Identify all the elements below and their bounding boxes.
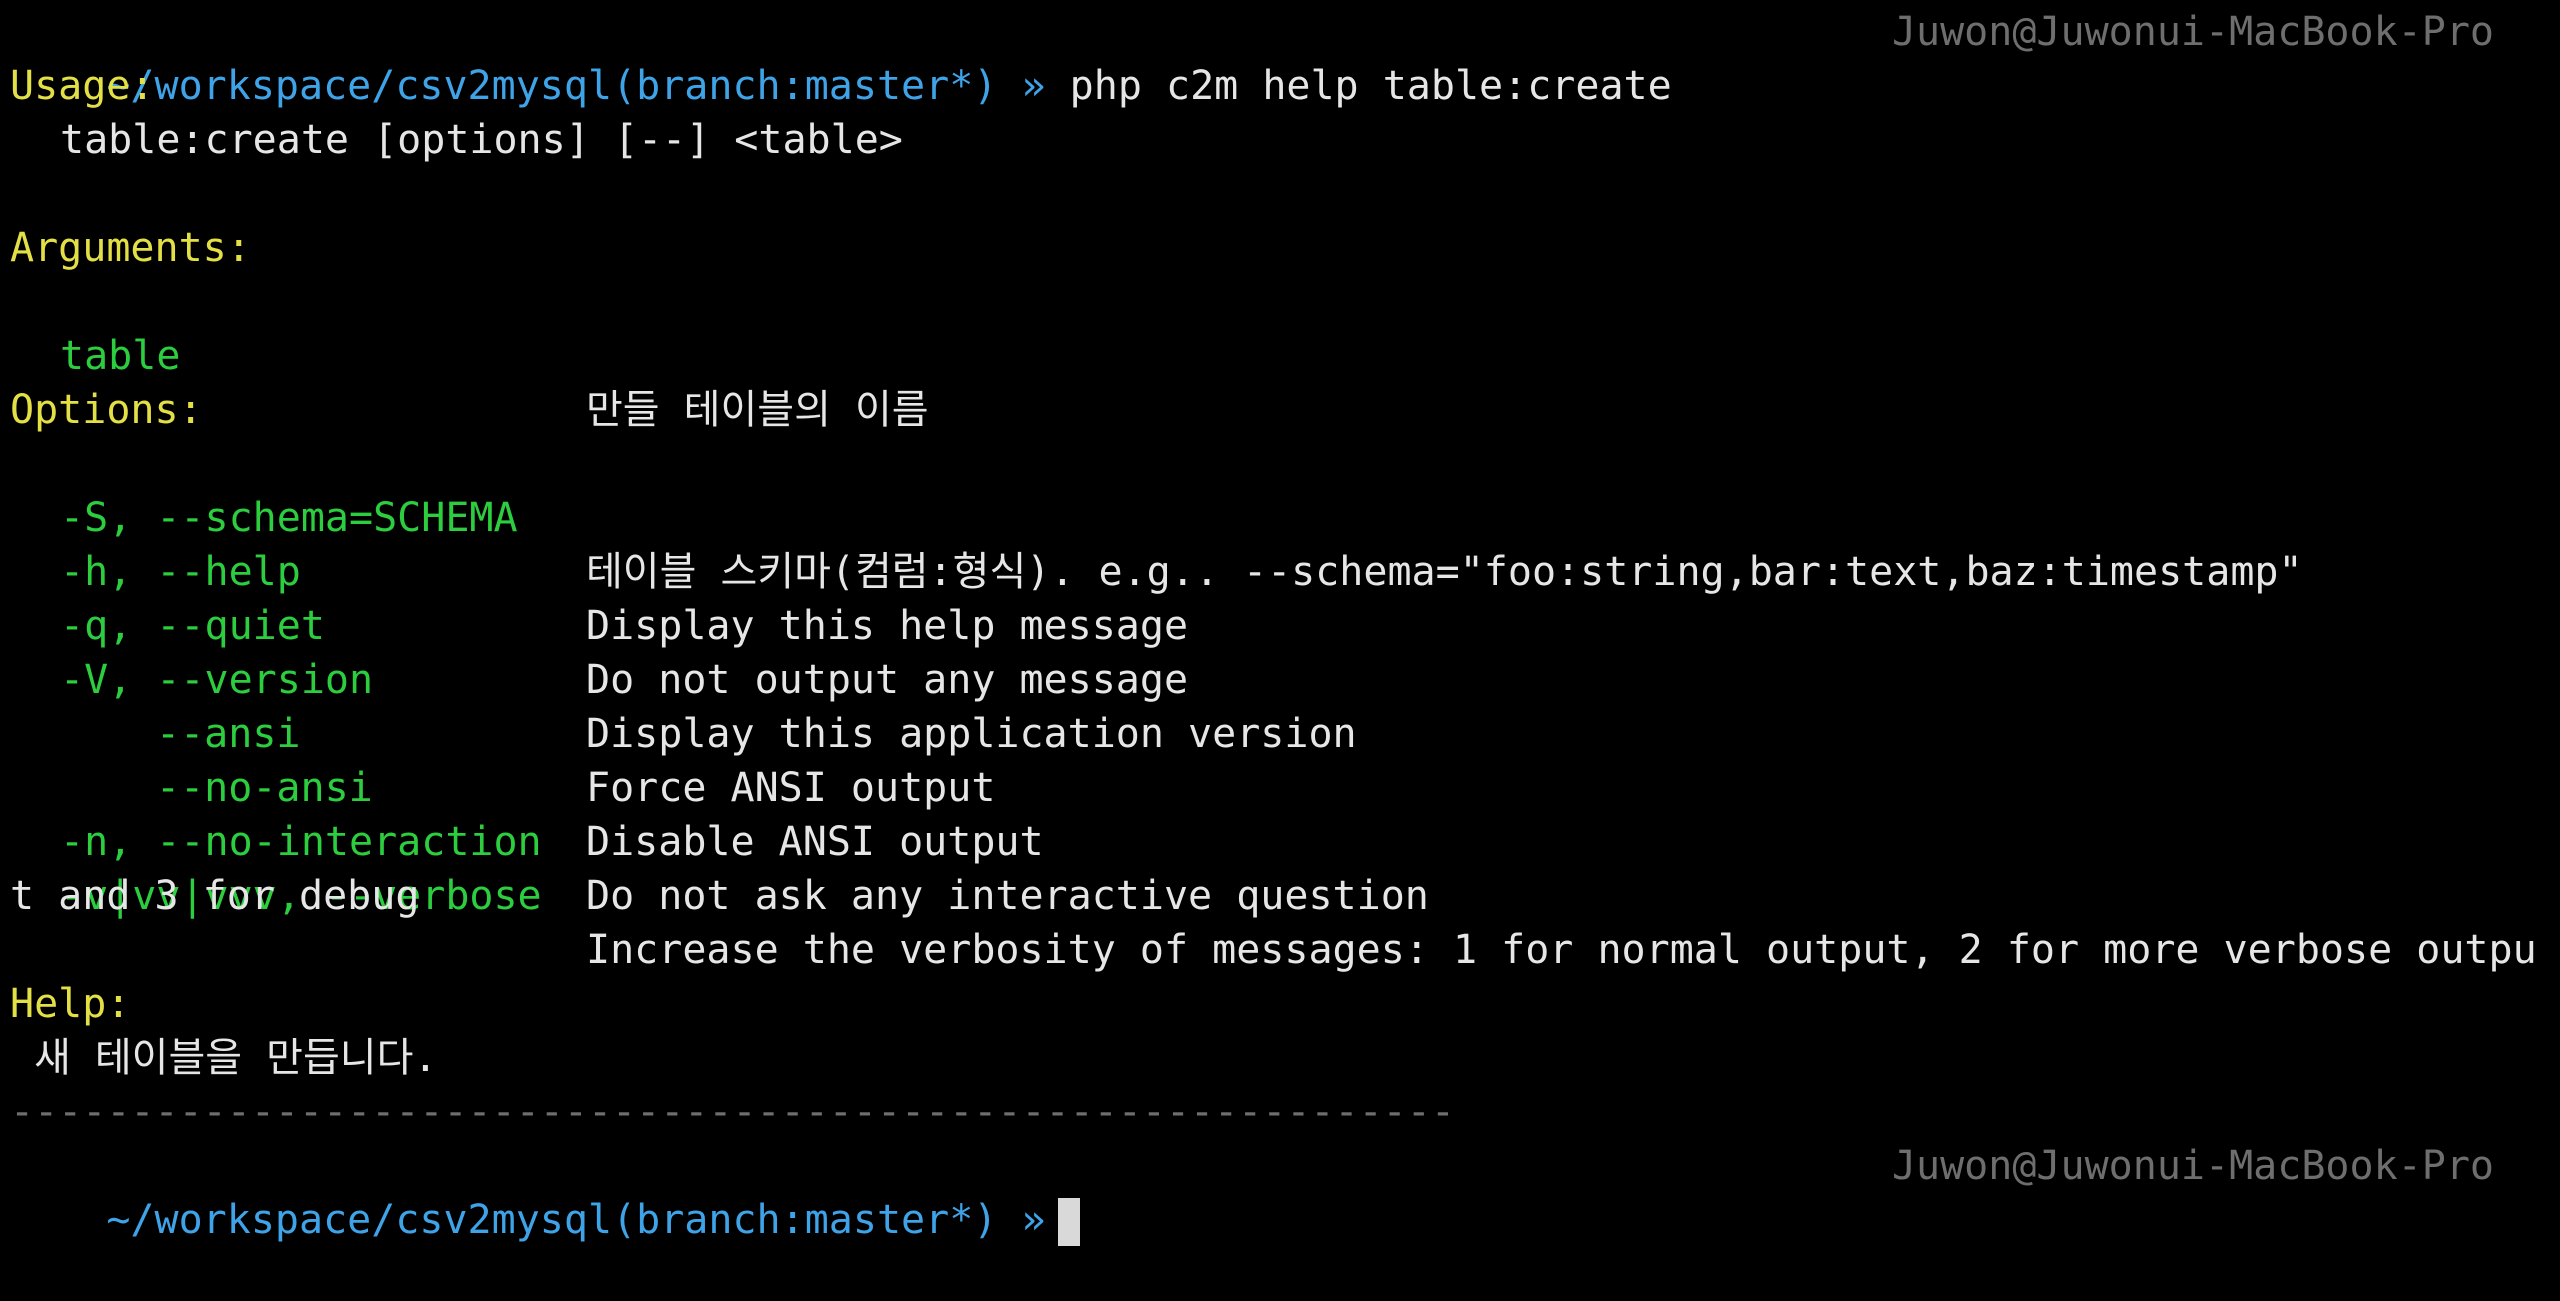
- help-heading: Help:: [10, 981, 131, 1027]
- prompt-path: ~/workspace/csv2mysql: [106, 63, 613, 109]
- option-row-schema: -S, --schema=SCHEMA 테이블 스키마(컴럼:형식). e.g.…: [0, 437, 2560, 595]
- prompt-arrow: »: [1021, 1197, 1046, 1243]
- argument-desc: 만들 테이블의 이름: [586, 387, 929, 433]
- option-row-version: -V, --version Display this application v…: [0, 599, 2560, 757]
- prompt-branch: (branch:master*): [612, 1197, 998, 1243]
- option-desc-wrap: t and 3 for debug: [10, 873, 420, 919]
- terminal-window[interactable]: ~/workspace/csv2mysql(branch:master*) » …: [0, 0, 2560, 1246]
- prompt-arrow: »: [1021, 63, 1046, 109]
- separator-line: ----------------------------------------…: [10, 1089, 1455, 1135]
- option-row-quiet: -q, --quiet Do not output any message: [0, 545, 2560, 703]
- option-desc: Increase the verbosity of messages: 1 fo…: [586, 927, 2537, 973]
- option-row-no-interaction: -n, --no-interaction Do not ask any inte…: [0, 761, 2560, 919]
- prompt-path: ~/workspace/csv2mysql: [106, 1197, 613, 1243]
- usage-line: table:create [options] [--] <table>: [60, 117, 903, 163]
- text-cursor[interactable]: [1057, 1198, 1080, 1246]
- argument-row: table 만들 테이블의 이름: [0, 275, 2560, 433]
- option-desc: Do not ask any interactive question: [586, 873, 1429, 919]
- help-text: 새 테이블을 만듭니다.: [34, 1035, 438, 1081]
- argument-name: table: [60, 333, 181, 379]
- option-row-ansi: --ansi Force ANSI output: [0, 653, 2560, 811]
- prompt-user-host: Juwon@Juwonui-MacBook-Pro: [1891, 9, 2494, 55]
- arguments-heading: Arguments:: [10, 225, 251, 271]
- option-row-no-ansi: --no-ansi Disable ANSI output: [0, 707, 2560, 865]
- options-heading: Options:: [10, 387, 203, 433]
- option-row-verbose: -v|vv|vvv, --verbose Increase the verbos…: [0, 815, 2560, 973]
- entered-command: php c2m help table:create: [1069, 63, 1672, 109]
- prompt-user-host: Juwon@Juwonui-MacBook-Pro: [1891, 1143, 2494, 1189]
- prompt-line: ~/workspace/csv2mysql(branch:master*) » …: [10, 5, 1671, 109]
- prompt-branch: (branch:master*): [612, 63, 998, 109]
- prompt-line-current[interactable]: ~/workspace/csv2mysql(branch:master*) »: [10, 1139, 1080, 1246]
- option-row-help: -h, --help Display this help message: [0, 491, 2560, 649]
- usage-heading: Usage:: [10, 63, 155, 109]
